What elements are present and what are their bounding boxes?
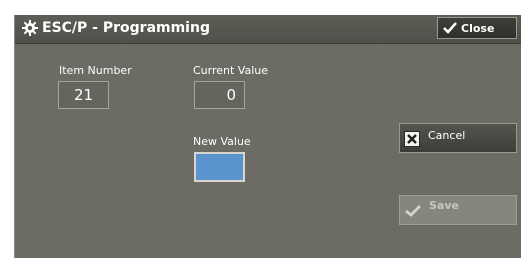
screen: ESC/P - Programming Close Item Number 21… [0, 0, 524, 258]
item-number-value: 21 [58, 81, 109, 109]
new-value-label: New Value [193, 135, 251, 148]
checkmark-icon [443, 22, 457, 34]
gear-icon [22, 20, 38, 36]
programming-dialog: ESC/P - Programming Close Item Number 21… [14, 15, 521, 258]
checkmark-icon [405, 205, 421, 217]
cancel-button[interactable]: Cancel [399, 123, 517, 153]
dialog-title: ESC/P - Programming [42, 20, 210, 36]
current-value-field: 0 [194, 81, 245, 109]
close-button[interactable]: Close [437, 17, 517, 39]
item-number-label: Item Number [59, 64, 132, 77]
title-bar: ESC/P - Programming Close [15, 15, 521, 44]
close-button-label: Close [461, 22, 495, 35]
current-value-label: Current Value [193, 64, 269, 77]
save-button[interactable]: Save [399, 195, 517, 225]
cancel-button-label: Cancel [428, 129, 466, 142]
new-value-input[interactable] [194, 152, 245, 182]
close-x-icon [404, 131, 420, 147]
save-button-label: Save [429, 199, 459, 212]
